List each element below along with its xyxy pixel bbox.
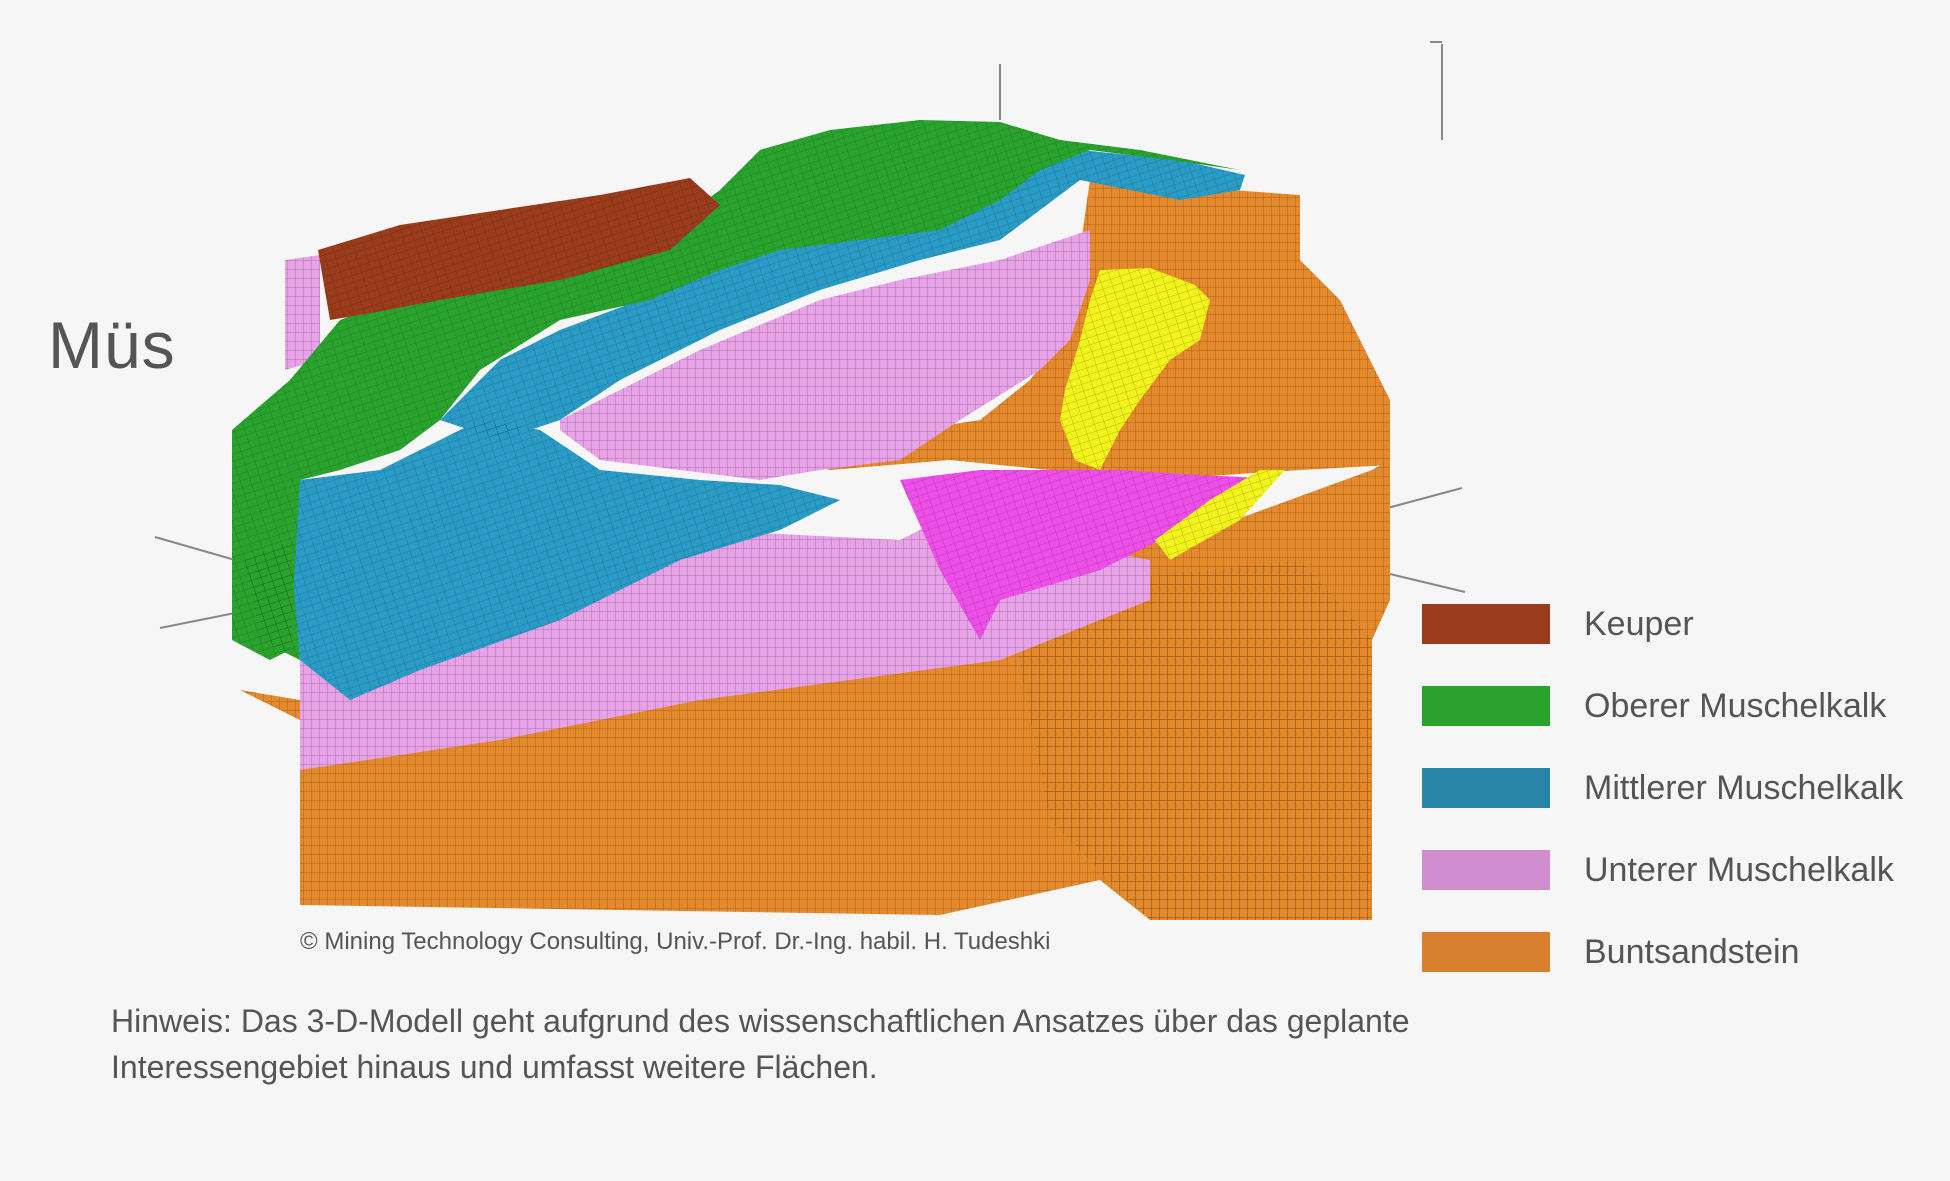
note-line-2: Interessengebiet hinaus und umfasst weit…	[111, 1049, 878, 1085]
note-line-1: Hinweis: Das 3-D-Modell geht aufgrund de…	[111, 1003, 1410, 1039]
copyright-notice: © Mining Technology Consulting, Univ.-Pr…	[300, 928, 1051, 955]
legend-label-keuper: Keuper	[1584, 605, 1694, 643]
legend-label-mittlerer-muschelkalk: Mittlerer Muschelkalk	[1584, 769, 1904, 807]
legend-swatch-mittlerer-muschelkalk	[1422, 768, 1550, 808]
page-heading: Müs	[48, 308, 176, 382]
legend-label-buntsandstein: Buntsandstein	[1584, 933, 1800, 971]
legend-item-mittlerer-muschelkalk: Mittlerer Muschelkalk	[1422, 765, 1942, 808]
legend-item-buntsandstein: Buntsandstein	[1422, 929, 1942, 972]
note-text: Hinweis: Das 3-D-Modell geht aufgrund de…	[111, 998, 1611, 1090]
legend-item-oberer-muschelkalk: Oberer Muschelkalk	[1422, 683, 1942, 726]
legend-item-unterer-muschelkalk: Unterer Muschelkalk	[1422, 847, 1942, 890]
legend-label-unterer-muschelkalk: Unterer Muschelkalk	[1584, 851, 1894, 889]
legend-swatch-unterer-muschelkalk	[1422, 850, 1550, 890]
legend-swatch-oberer-muschelkalk	[1422, 686, 1550, 726]
legend-label-oberer-muschelkalk: Oberer Muschelkalk	[1584, 687, 1887, 725]
legend-swatch-keuper	[1422, 604, 1550, 644]
legend-swatch-buntsandstein	[1422, 932, 1550, 972]
legend-item-keuper: Keuper	[1422, 601, 1942, 644]
